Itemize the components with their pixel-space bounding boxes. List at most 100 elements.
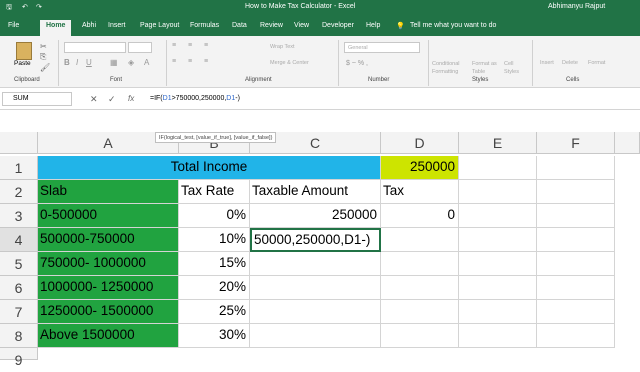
cell-c6[interactable] — [250, 276, 381, 300]
cell-c3[interactable]: 250000 — [250, 204, 381, 228]
tab-review[interactable]: Review — [260, 22, 283, 29]
tab-data[interactable]: Data — [232, 22, 247, 29]
align-top-icon[interactable]: ≡ — [172, 42, 176, 49]
format-as-table-button[interactable]: Format as Table — [472, 60, 500, 76]
enter-icon[interactable]: ✓ — [108, 94, 116, 105]
redo-icon[interactable]: ↷ — [36, 3, 42, 11]
tab-abhi[interactable]: Abhi — [82, 22, 96, 29]
column-header-d[interactable]: D — [381, 132, 459, 154]
select-all-corner[interactable] — [0, 132, 38, 154]
name-box[interactable]: SUM — [2, 92, 72, 106]
cell-b3[interactable]: 0% — [179, 204, 250, 228]
cell-f3[interactable] — [537, 204, 615, 228]
cell-d1[interactable]: 250000 — [381, 156, 459, 180]
row-header-1[interactable]: 1 — [0, 156, 38, 180]
insert-function-icon[interactable]: fx — [128, 94, 134, 103]
cell-d2[interactable]: Tax — [381, 180, 459, 204]
cell-f8[interactable] — [537, 324, 615, 348]
cell-b8[interactable]: 30% — [179, 324, 250, 348]
tab-file[interactable]: File — [8, 22, 19, 29]
cell-f6[interactable] — [537, 276, 615, 300]
user-name[interactable]: Abhimanyu Rajput — [548, 3, 605, 10]
row-header-2[interactable]: 2 — [0, 180, 38, 204]
cell-e3[interactable] — [459, 204, 537, 228]
cell-a5[interactable]: 750000- 1000000 — [38, 252, 179, 276]
font-color-icon[interactable]: A — [144, 58, 149, 67]
bold-icon[interactable]: B — [64, 58, 70, 67]
cell-d4[interactable] — [381, 228, 459, 252]
cell-d5[interactable] — [381, 252, 459, 276]
tab-view[interactable]: View — [294, 22, 309, 29]
align-middle-icon[interactable]: ≡ — [188, 42, 192, 49]
cell-f5[interactable] — [537, 252, 615, 276]
cell-c2[interactable]: Taxable Amount — [250, 180, 381, 204]
cell-d7[interactable] — [381, 300, 459, 324]
align-bottom-icon[interactable]: ≡ — [204, 42, 208, 49]
cell-f1[interactable] — [537, 156, 615, 180]
cancel-icon[interactable]: ✕ — [90, 94, 98, 105]
cell-c8[interactable] — [250, 324, 381, 348]
cut-icon[interactable]: ✂ — [40, 42, 47, 51]
tab-formulas[interactable]: Formulas — [190, 22, 219, 29]
cell-a7[interactable]: 1250000- 1500000 — [38, 300, 179, 324]
column-header-f[interactable]: F — [537, 132, 615, 154]
save-icon[interactable]: 🖫 — [6, 3, 12, 14]
cell-a6[interactable]: 1000000- 1250000 — [38, 276, 179, 300]
tell-me-box[interactable]: Tell me what you want to do — [410, 22, 496, 29]
tab-home[interactable]: Home — [40, 20, 72, 36]
copy-icon[interactable]: ⎘ — [40, 52, 46, 62]
conditional-formatting-button[interactable]: Conditional Formatting — [432, 60, 468, 76]
paste-icon[interactable] — [16, 42, 32, 60]
cell-b6[interactable]: 20% — [179, 276, 250, 300]
delete-cells-button[interactable]: Delete — [562, 60, 578, 66]
format-cells-button[interactable]: Format — [588, 60, 605, 66]
cell-a8[interactable]: Above 1500000 — [38, 324, 179, 348]
row-header-7[interactable]: 7 — [0, 300, 38, 324]
wrap-text-button[interactable]: Wrap Text — [270, 44, 295, 50]
cell-d3[interactable]: 0 — [381, 204, 459, 228]
cell-f2[interactable] — [537, 180, 615, 204]
number-format-select[interactable]: General — [344, 42, 420, 53]
font-name-select[interactable] — [64, 42, 126, 53]
column-header-g[interactable] — [615, 132, 640, 154]
cell-e2[interactable] — [459, 180, 537, 204]
cell-a1-total-income[interactable]: Total Income — [38, 156, 381, 180]
tab-developer[interactable]: Developer — [322, 22, 354, 29]
cell-e6[interactable] — [459, 276, 537, 300]
cell-b7[interactable]: 25% — [179, 300, 250, 324]
tab-page-layout[interactable]: Page Layout — [140, 22, 179, 29]
merge-center-button[interactable]: Merge & Center — [270, 60, 309, 66]
row-header-6[interactable]: 6 — [0, 276, 38, 300]
currency-icon[interactable]: $ ~ % , — [346, 60, 368, 67]
formula-input[interactable]: =IF(D1>750000,250000,D1-) — [150, 95, 240, 102]
cell-b5[interactable]: 15% — [179, 252, 250, 276]
paste-label[interactable]: Paste — [14, 60, 31, 67]
cell-e5[interactable] — [459, 252, 537, 276]
row-header-3[interactable]: 3 — [0, 204, 38, 228]
cell-f4[interactable] — [537, 228, 615, 252]
row-header-5[interactable]: 5 — [0, 252, 38, 276]
align-right-icon[interactable]: ≡ — [204, 58, 208, 65]
cell-d6[interactable] — [381, 276, 459, 300]
undo-icon[interactable]: ↶ — [22, 3, 28, 11]
row-header-4[interactable]: 4 — [0, 228, 38, 252]
insert-cells-button[interactable]: Insert — [540, 60, 554, 66]
font-size-select[interactable] — [128, 42, 152, 53]
fill-color-icon[interactable]: ◈ — [128, 58, 134, 67]
cell-c7[interactable] — [250, 300, 381, 324]
cell-c5[interactable] — [250, 252, 381, 276]
cell-c4-editing[interactable]: 50000,250000,D1-) — [250, 228, 381, 252]
cell-b4[interactable]: 10% — [179, 228, 250, 252]
align-center-icon[interactable]: ≡ — [188, 58, 192, 65]
cell-e1[interactable] — [459, 156, 537, 180]
column-header-e[interactable]: E — [459, 132, 537, 154]
row-header-8[interactable]: 8 — [0, 324, 38, 348]
tab-insert[interactable]: Insert — [108, 22, 126, 29]
cell-f7[interactable] — [537, 300, 615, 324]
cell-a4[interactable]: 500000-750000 — [38, 228, 179, 252]
cell-styles-button[interactable]: Cell Styles — [504, 60, 526, 76]
cell-d8[interactable] — [381, 324, 459, 348]
italic-icon[interactable]: I — [76, 58, 78, 67]
borders-icon[interactable]: ▦ — [110, 58, 118, 67]
cell-e7[interactable] — [459, 300, 537, 324]
